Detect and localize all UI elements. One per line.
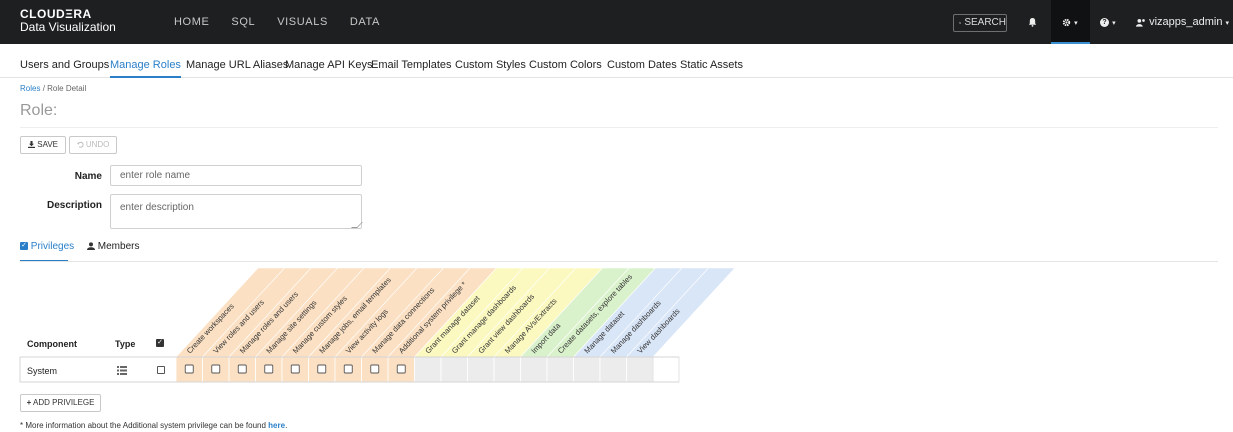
privilege-checkbox[interactable] bbox=[211, 364, 221, 374]
tab-manage-url-aliases[interactable]: Manage URL Aliases bbox=[186, 44, 288, 78]
privilege-cell bbox=[573, 356, 601, 383]
privilege-checkbox[interactable] bbox=[290, 364, 300, 374]
breadcrumb-separator: / bbox=[42, 84, 45, 93]
undo-button-label: UNDO bbox=[85, 140, 110, 149]
page-title: Role: bbox=[20, 102, 58, 119]
footnote-end: . bbox=[285, 421, 288, 430]
tab-manage-api-keys[interactable]: Manage API Keys bbox=[285, 44, 372, 78]
component-header: Component bbox=[27, 339, 77, 349]
nav-sql[interactable]: SQL bbox=[231, 0, 255, 44]
settings-menu[interactable]: ▾ bbox=[1051, 0, 1090, 44]
tab-privileges-label: Privileges bbox=[30, 241, 75, 252]
type-header: Type bbox=[115, 339, 136, 349]
user-icon bbox=[87, 241, 95, 250]
privilege-checkbox[interactable] bbox=[264, 364, 274, 374]
users-icon bbox=[1136, 18, 1145, 27]
tab-members[interactable]: Members bbox=[87, 240, 139, 262]
add-privilege-button[interactable]: + ADD PRIVILEGE bbox=[20, 394, 101, 412]
divider bbox=[20, 127, 1218, 128]
privilege-checkbox[interactable] bbox=[343, 364, 353, 374]
tab-members-label: Members bbox=[97, 241, 140, 252]
privilege-checkbox[interactable] bbox=[317, 364, 327, 374]
admin-tabs: Users and Groups Manage Roles Manage URL… bbox=[0, 44, 1233, 78]
tab-custom-styles[interactable]: Custom Styles bbox=[455, 44, 526, 78]
privilege-checkbox[interactable] bbox=[370, 364, 380, 374]
breadcrumb-current: Role Detail bbox=[47, 84, 87, 93]
brand-subtitle: Data Visualization bbox=[20, 20, 116, 34]
privilege-cell bbox=[626, 356, 654, 383]
nav-data[interactable]: DATA bbox=[350, 0, 380, 44]
brand-logo[interactable]: CLOUDΞRA Data Visualization bbox=[20, 8, 116, 34]
breadcrumb: Roles / Role Detail bbox=[20, 84, 86, 93]
tab-custom-dates[interactable]: Custom Dates bbox=[607, 44, 677, 78]
row-select-checkbox[interactable] bbox=[157, 366, 165, 374]
breadcrumb-roles-link[interactable]: Roles bbox=[20, 84, 40, 93]
bell-icon bbox=[1028, 18, 1037, 27]
role-description-input[interactable] bbox=[110, 194, 362, 229]
check-square-icon: ✓ bbox=[20, 242, 28, 251]
save-button[interactable]: SAVE bbox=[20, 136, 66, 154]
tab-custom-colors[interactable]: Custom Colors bbox=[529, 44, 602, 78]
list-type-icon bbox=[117, 366, 127, 375]
main-nav: HOME SQL VISUALS DATA bbox=[174, 0, 402, 44]
description-label: Description bbox=[46, 200, 102, 211]
save-button-label: SAVE bbox=[37, 140, 58, 149]
name-label: Name bbox=[74, 171, 102, 182]
footnote-link[interactable]: here bbox=[268, 421, 285, 430]
privilege-checkbox[interactable] bbox=[184, 364, 194, 374]
privilege-cell bbox=[493, 356, 521, 383]
top-navbar: CLOUDΞRA Data Visualization HOME SQL VIS… bbox=[0, 0, 1233, 44]
tab-users-and-groups[interactable]: Users and Groups bbox=[20, 44, 109, 78]
notifications-button[interactable] bbox=[1028, 0, 1037, 44]
undo-icon bbox=[76, 141, 84, 148]
tab-static-assets[interactable]: Static Assets bbox=[680, 44, 743, 78]
privilege-cell bbox=[414, 356, 442, 383]
nav-home[interactable]: HOME bbox=[174, 0, 209, 44]
select-all-checkbox[interactable]: ✓ bbox=[156, 339, 164, 347]
footnote-text: * More information about the Additional … bbox=[20, 421, 269, 430]
footnote: * More information about the Additional … bbox=[20, 421, 287, 430]
role-name-input[interactable] bbox=[110, 165, 362, 186]
plus-icon: + bbox=[26, 398, 32, 407]
privilege-cell bbox=[546, 356, 574, 383]
row-component-label: System bbox=[27, 366, 58, 376]
username-label: vizapps_admin bbox=[1149, 16, 1223, 28]
gear-icon bbox=[1062, 18, 1071, 26]
chevron-down-icon: ▾ bbox=[1225, 20, 1230, 27]
chevron-down-icon: ▾ bbox=[1112, 20, 1116, 27]
privilege-cell bbox=[520, 356, 548, 383]
privilege-cell bbox=[440, 356, 468, 383]
search-label: SEARCH bbox=[964, 17, 1006, 28]
search-icon bbox=[959, 21, 962, 25]
privilege-cell bbox=[599, 356, 627, 383]
tab-privileges[interactable]: ✓ Privileges bbox=[20, 240, 74, 262]
privilege-cell bbox=[467, 356, 495, 383]
chevron-down-icon: ▾ bbox=[1074, 20, 1078, 27]
help-menu[interactable]: ? ▾ bbox=[1100, 0, 1116, 44]
privilege-checkbox[interactable] bbox=[237, 364, 247, 374]
user-menu[interactable]: vizapps_admin ▾ bbox=[1136, 0, 1229, 44]
trailing-cell bbox=[652, 356, 680, 383]
nav-visuals[interactable]: VISUALS bbox=[277, 0, 328, 44]
save-icon bbox=[28, 140, 35, 148]
tab-manage-roles[interactable]: Manage Roles bbox=[110, 44, 181, 78]
privilege-checkbox[interactable] bbox=[396, 364, 406, 374]
add-privilege-label: ADD PRIVILEGE bbox=[33, 398, 95, 407]
tab-email-templates[interactable]: Email Templates bbox=[371, 44, 452, 78]
help-icon: ? bbox=[1100, 17, 1109, 27]
undo-button[interactable]: UNDO bbox=[69, 136, 117, 154]
search-button[interactable]: SEARCH bbox=[953, 14, 1007, 32]
